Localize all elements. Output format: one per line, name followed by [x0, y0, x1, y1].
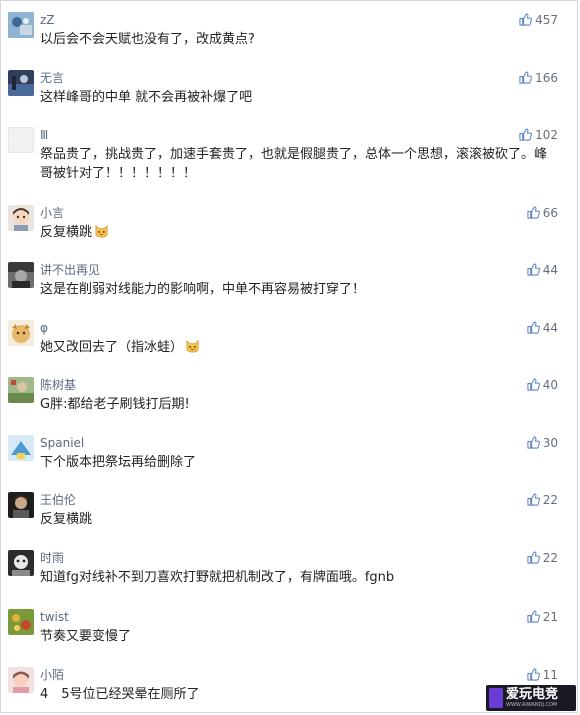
user-avatar[interactable] [8, 667, 34, 693]
like-button[interactable]: 44 [527, 262, 558, 278]
username[interactable]: φ [40, 320, 48, 336]
user-avatar[interactable] [8, 205, 34, 231]
like-button[interactable]: 166 [519, 70, 558, 86]
like-button[interactable]: 21 [527, 609, 558, 625]
username[interactable]: twist [40, 609, 69, 625]
username[interactable]: 无言 [40, 70, 64, 86]
user-avatar[interactable] [8, 127, 34, 153]
thumbs-up-icon [519, 71, 533, 84]
comment-text: 祭品贵了，挑战贵了，加速手套贵了，也就是假腿贵了，总体一个思想，滚滚被砍了。峰哥… [40, 147, 548, 181]
watermark-subtitle: WWW.AIWANDJ.COM [506, 702, 558, 708]
like-count: 102 [535, 128, 558, 142]
site-watermark-logo: 爱玩电竞 WWW.AIWANDJ.COM [486, 685, 576, 711]
comment-text-line: 她又改回去了（指冰蛙） [40, 338, 555, 357]
comment-text: 节奏又要变慢了 [40, 629, 132, 644]
username[interactable]: 时雨 [40, 550, 64, 566]
like-button[interactable]: 66 [527, 205, 558, 221]
username[interactable]: 王伯伦 [40, 492, 76, 508]
username[interactable]: 小陌 [40, 667, 64, 683]
like-count: 11 [542, 668, 558, 682]
like-button[interactable]: 30 [527, 435, 558, 451]
like-count: 22 [542, 551, 558, 565]
like-count: 66 [542, 206, 558, 220]
like-button[interactable]: 22 [527, 550, 558, 566]
comment-text: 知道fg对线补不到刀喜欢打野就把机制改了，有牌面哦。fgnb [40, 570, 395, 585]
thumbs-up-icon [519, 128, 533, 141]
comment-text: G胖:都给老子刷钱打后期! [40, 397, 190, 412]
like-count: 22 [542, 493, 558, 507]
cat-emoji-icon [95, 224, 108, 238]
comment-text: 反复横跳 [40, 225, 93, 240]
user-avatar[interactable] [8, 262, 34, 288]
thumbs-up-icon [527, 206, 540, 219]
like-count: 457 [535, 13, 558, 27]
like-count: 44 [542, 263, 558, 277]
like-count: 166 [535, 71, 558, 85]
username[interactable]: 讲不出再见 [40, 262, 100, 278]
like-count: 30 [542, 436, 558, 450]
watermark-title: 爱玩电竞 [506, 687, 559, 702]
thumbs-up-icon [519, 13, 533, 26]
like-count: 21 [542, 610, 558, 624]
username[interactable]: zZ [40, 12, 55, 28]
username[interactable]: 小言 [40, 205, 64, 221]
like-count: 40 [542, 378, 558, 392]
like-button[interactable]: 102 [519, 127, 558, 143]
username[interactable]: Spaniel [40, 435, 84, 451]
comment-text-line: 反复横跳 [40, 223, 555, 242]
like-button[interactable]: 44 [527, 320, 558, 336]
comment-text: 4 5号位已经哭晕在厕所了 [40, 687, 200, 702]
cat-emoji-icon [186, 339, 199, 353]
user-avatar[interactable] [8, 492, 34, 518]
comment-text: 她又改回去了（指冰蛙） [40, 340, 184, 355]
user-avatar[interactable] [8, 12, 34, 38]
user-avatar[interactable] [8, 550, 34, 576]
comment-text: 反复横跳 [40, 512, 93, 527]
like-button[interactable]: 40 [527, 377, 558, 393]
thumbs-up-icon [527, 378, 540, 391]
comment-text: 以后会不会天赋也没有了，改成黄点? [40, 32, 255, 47]
comment-text: 下个版本把祭坛再给删除了 [40, 455, 197, 470]
user-avatar[interactable] [8, 320, 34, 346]
user-avatar[interactable] [8, 377, 34, 403]
thumbs-up-icon [527, 551, 540, 564]
logo-mark-icon [489, 688, 503, 708]
like-button[interactable]: 11 [527, 667, 558, 683]
thumbs-up-icon [527, 321, 540, 334]
user-avatar[interactable] [8, 435, 34, 461]
thumbs-up-icon [527, 668, 540, 681]
like-button[interactable]: 457 [519, 12, 558, 28]
comment-text: 这是在削弱对线能力的影响啊，中单不再容易被打穿了！ [40, 282, 366, 297]
thumbs-up-icon [527, 263, 540, 276]
user-avatar[interactable] [8, 70, 34, 96]
thumbs-up-icon [527, 493, 540, 506]
like-count: 44 [542, 321, 558, 335]
comment-text: 这样峰哥的中单 就不会再被补爆了吧 [40, 90, 253, 105]
user-avatar[interactable] [8, 609, 34, 635]
username[interactable]: 陈树基 [40, 377, 76, 393]
thumbs-up-icon [527, 610, 540, 623]
thumbs-up-icon [527, 436, 540, 449]
username[interactable]: Ⅲ [40, 127, 48, 143]
like-button[interactable]: 22 [527, 492, 558, 508]
